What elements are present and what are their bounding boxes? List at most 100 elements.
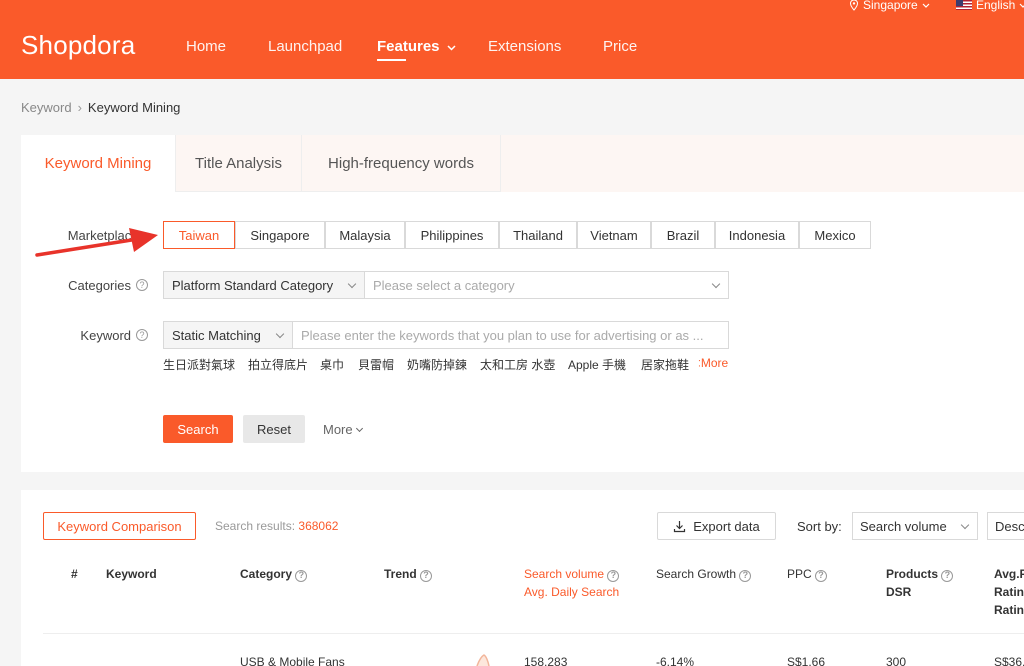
download-icon — [674, 520, 686, 532]
more-filters-button[interactable]: More — [323, 422, 363, 437]
marketplace-thailand[interactable]: Thailand — [499, 221, 577, 249]
chevron-down-icon — [347, 279, 357, 289]
hot-keywords-more-label: More — [700, 356, 729, 370]
us-flag-icon — [956, 0, 972, 10]
hot-keyword-7[interactable]: Apple 手機 — [568, 356, 626, 373]
nav-launchpad[interactable]: Launchpad — [268, 38, 342, 55]
category-placeholder: Please select a category — [373, 277, 515, 293]
help-icon[interactable]: ? — [136, 279, 148, 291]
help-icon[interactable]: ? — [607, 569, 620, 582]
results-panel: Keyword Comparison Search results: 36806… — [21, 490, 1024, 666]
column-category-label: Category — [240, 567, 293, 581]
hot-keyword-4[interactable]: 貝雷帽 — [358, 356, 394, 373]
breadcrumb-parent[interactable]: Keyword — [21, 100, 72, 115]
column-index: # — [71, 567, 78, 581]
marketplace-malaysia[interactable]: Malaysia — [325, 221, 405, 249]
breadcrumb-current: Keyword Mining — [87, 100, 181, 115]
search-results-summary: Search results: 368062 — [215, 519, 338, 533]
column-rating-label: Rating — [994, 585, 1024, 599]
category-type-select[interactable]: Platform Standard Category — [163, 271, 365, 299]
export-data-button[interactable]: Export data — [657, 512, 776, 540]
column-ppc-label: PPC — [787, 567, 812, 581]
column-search-volume-label: Search volume — [524, 567, 605, 581]
tab-title-analysis[interactable]: Title Analysis — [175, 135, 302, 192]
hot-keyword-5[interactable]: 奶嘴防掉鍊 — [407, 356, 467, 373]
sort-order-select[interactable]: Desce — [987, 512, 1024, 540]
categories-label-text: Categories — [68, 277, 131, 293]
nav-home[interactable]: Home — [186, 38, 226, 55]
marketplace-mexico[interactable]: Mexico — [799, 221, 871, 249]
nav-price[interactable]: Price — [603, 38, 637, 55]
region-selector[interactable]: Singapore — [849, 0, 930, 12]
column-search-growth[interactable]: Search Growth ? — [656, 565, 752, 583]
categories-label: Categories ? — [28, 271, 148, 299]
help-icon[interactable]: ? — [941, 569, 954, 582]
nav-extensions[interactable]: Extensions — [488, 38, 561, 55]
chevron-down-icon — [960, 520, 970, 530]
hot-keyword-2[interactable]: 拍立得底片 — [248, 356, 308, 373]
row-products: 300 — [886, 655, 907, 666]
region-label: Singapore — [863, 0, 918, 12]
column-trend-label: Trend — [384, 567, 417, 581]
filter-panel: Keyword Mining Title Analysis High-frequ… — [21, 135, 1024, 472]
sort-field-select[interactable]: Search volume — [852, 512, 978, 540]
column-search-growth-label: Search Growth — [656, 567, 737, 581]
column-keyword: Keyword — [106, 567, 157, 581]
match-type-value: Static Matching — [172, 327, 261, 343]
table-header-divider — [43, 633, 1024, 634]
sort-field-value: Search volume — [860, 518, 947, 534]
chevron-down-icon — [922, 3, 930, 8]
export-data-label: Export data — [693, 518, 760, 534]
marketplace-brazil[interactable]: Brazil — [651, 221, 715, 249]
keyword-comparison-button[interactable]: Keyword Comparison — [43, 512, 196, 540]
keyword-label: Keyword ? — [28, 321, 148, 349]
hot-keyword-1[interactable]: 生日派對氣球 — [163, 356, 235, 373]
row-search-volume: 158,283 — [524, 655, 568, 666]
column-dsr-label: DSR — [886, 585, 912, 599]
column-products[interactable]: Products ? DSR — [886, 565, 954, 601]
column-ppc[interactable]: PPC ? — [787, 565, 828, 583]
column-category[interactable]: Category ? — [240, 565, 308, 583]
sort-by-label: Sort by: — [797, 519, 842, 534]
top-header: Shopdora Home Launchpad Features Extensi… — [0, 0, 1024, 79]
column-products-label: Products — [886, 567, 939, 581]
help-icon[interactable]: ? — [420, 569, 433, 582]
logo[interactable]: Shopdora — [21, 30, 135, 61]
category-select[interactable]: Please select a category — [364, 271, 729, 299]
keyword-input[interactable]: Please enter the keywords that you plan … — [292, 321, 729, 349]
keyword-label-text: Keyword — [80, 327, 131, 343]
chevron-down-icon — [275, 329, 285, 339]
language-selector[interactable]: English — [956, 0, 1024, 12]
hot-keywords-more-link[interactable]: ⁚More — [698, 356, 728, 370]
marketplace-taiwan-selected[interactable]: Taiwan — [163, 221, 235, 249]
search-results-label: Search results: — [215, 519, 296, 533]
help-icon[interactable]: ? — [136, 329, 148, 341]
chevron-down-icon — [447, 45, 456, 51]
breadcrumb: Keyword › Keyword Mining — [21, 100, 180, 115]
help-icon[interactable]: ? — [739, 569, 752, 582]
sort-order-value: Desce — [995, 518, 1024, 534]
help-icon[interactable]: ? — [295, 569, 308, 582]
column-avg-price-label: Avg.P — [994, 567, 1024, 581]
language-label: English — [976, 0, 1016, 12]
hot-keyword-3[interactable]: 桌巾 — [320, 356, 344, 373]
hot-keyword-6[interactable]: 太和工房 水壺 — [480, 356, 555, 373]
search-button[interactable]: Search — [163, 415, 233, 443]
help-icon[interactable]: ? — [815, 569, 828, 582]
marketplace-vietnam[interactable]: Vietnam — [577, 221, 651, 249]
trend-sparkline-icon — [476, 654, 490, 666]
column-search-volume[interactable]: Search volume ? Avg. Daily Search — [524, 565, 620, 601]
column-avg-price[interactable]: Avg.P Rating Rating — [994, 565, 1024, 619]
more-filters-label: More — [323, 422, 353, 437]
marketplace-philippines[interactable]: Philippines — [405, 221, 499, 249]
tab-high-frequency-words[interactable]: High-frequency words — [302, 135, 501, 192]
reset-button[interactable]: Reset — [243, 415, 305, 443]
tab-keyword-mining[interactable]: Keyword Mining — [21, 135, 175, 192]
nav-features[interactable]: Features — [377, 38, 456, 55]
annotation-arrow-icon — [35, 228, 158, 257]
marketplace-indonesia[interactable]: Indonesia — [715, 221, 799, 249]
column-trend[interactable]: Trend ? — [384, 565, 433, 583]
marketplace-singapore[interactable]: Singapore — [235, 221, 325, 249]
match-type-select[interactable]: Static Matching — [163, 321, 293, 349]
hot-keyword-8[interactable]: 居家拖鞋 — [641, 356, 689, 373]
